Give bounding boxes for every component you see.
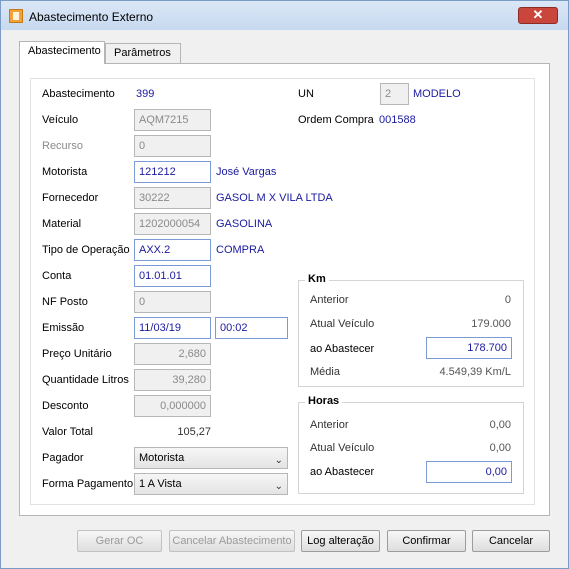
quantidade-litros-label: Quantidade Litros: [42, 374, 129, 386]
veiculo-field: AQM7215: [134, 109, 211, 131]
dialog-window: Abastecimento Externo ✕ Abastecimento Pa…: [0, 0, 569, 569]
emissao-time-field[interactable]: 00:02: [215, 317, 288, 339]
km-atual-veiculo-label: Atual Veículo: [310, 318, 375, 330]
emissao-label: Emissão: [42, 322, 85, 334]
un-label: UN: [298, 88, 314, 100]
km-group-title: Km: [305, 273, 329, 285]
recurso-label: Recurso: [42, 140, 83, 152]
horas-group-title: Horas: [305, 395, 343, 407]
horas-ao-abastecer-label: ao Abastecer: [310, 466, 375, 478]
desconto-label: Desconto: [42, 400, 89, 412]
log-alteracao-button[interactable]: Log alteração: [301, 530, 380, 552]
cancelar-button[interactable]: Cancelar: [472, 530, 550, 552]
horas-anterior-label: Anterior: [310, 419, 349, 431]
km-anterior-value: 0: [504, 294, 511, 306]
forma-pagamento-select-value: 1 A Vista: [139, 478, 182, 490]
emissao-date-field[interactable]: 11/03/19: [134, 317, 211, 339]
motorista-field[interactable]: 121212: [134, 161, 211, 183]
gerar-oc-button[interactable]: Gerar OC: [77, 530, 162, 552]
fornecedor-field: 30222: [134, 187, 211, 209]
tipo-operacao-name: COMPRA: [216, 244, 265, 256]
fornecedor-name: GASOL M X VILA LTDA: [216, 192, 333, 204]
fornecedor-label: Fornecedor: [42, 192, 99, 204]
horas-anterior-value: 0,00: [489, 419, 511, 431]
km-media-value: 4.549,39 Km/L: [439, 366, 511, 378]
preco-unitario-label: Preço Unitário: [42, 348, 112, 360]
window-title: Abastecimento Externo: [29, 10, 154, 24]
motorista-label: Motorista: [42, 166, 88, 178]
preco-unitario-field: 2,680: [134, 343, 211, 365]
km-ao-abastecer-field[interactable]: 178.700: [426, 337, 512, 359]
confirmar-button[interactable]: Confirmar: [387, 530, 466, 552]
desconto-field: 0,000000: [134, 395, 211, 417]
valor-total-value: 105,27: [177, 426, 211, 438]
km-atual-veiculo-value: 179.000: [471, 318, 511, 330]
abastecimento-value: 399: [136, 88, 155, 100]
material-field: 1202000054: [134, 213, 211, 235]
close-button[interactable]: ✕: [518, 7, 558, 24]
un-field: 2: [380, 83, 409, 105]
km-media-label: Média: [310, 366, 340, 378]
valor-total-label: Valor Total: [42, 426, 93, 438]
ordem-compra-label: Ordem Compra: [298, 114, 374, 126]
tipo-operacao-label: Tipo de Operação: [42, 244, 130, 256]
chevron-down-icon: ⌄: [274, 481, 283, 492]
conta-field[interactable]: 01.01.01: [134, 265, 211, 287]
app-icon: [9, 9, 23, 23]
horas-ao-abastecer-field[interactable]: 0,00: [426, 461, 512, 483]
recurso-field: 0: [134, 135, 211, 157]
km-anterior-label: Anterior: [310, 294, 349, 306]
quantidade-litros-field: 39,280: [134, 369, 211, 391]
km-ao-abastecer-label: ao Abastecer: [310, 343, 375, 355]
nf-posto-field: 0: [134, 291, 211, 313]
tab-parametros[interactable]: Parâmetros: [105, 43, 181, 63]
horas-atual-veiculo-label: Atual Veículo: [310, 442, 375, 454]
abastecimento-label: Abastecimento: [42, 88, 115, 100]
tipo-operacao-field[interactable]: AXX.2: [134, 239, 211, 261]
title-bar[interactable]: Abastecimento Externo ✕: [1, 1, 568, 30]
conta-label: Conta: [42, 270, 72, 282]
cancelar-abastecimento-button[interactable]: Cancelar Abastecimento: [169, 530, 295, 552]
un-name: MODELO: [413, 88, 461, 100]
chevron-down-icon: ⌄: [274, 455, 283, 466]
forma-pagamento-label: Forma Pagamento: [42, 478, 134, 490]
material-name: GASOLINA: [216, 218, 273, 230]
tab-abastecimento[interactable]: Abastecimento: [19, 41, 105, 64]
material-label: Material: [42, 218, 82, 230]
pagador-label: Pagador: [42, 452, 84, 464]
ordem-compra-value: 001588: [379, 114, 416, 126]
horas-atual-veiculo-value: 0,00: [489, 442, 511, 454]
veiculo-label: Veículo: [42, 114, 79, 126]
nf-posto-label: NF Posto: [42, 296, 88, 308]
motorista-name: José Vargas: [216, 166, 277, 178]
forma-pagamento-select[interactable]: 1 A Vista ⌄: [134, 473, 288, 495]
pagador-select-value: Motorista: [139, 452, 185, 464]
pagador-select[interactable]: Motorista ⌄: [134, 447, 288, 469]
